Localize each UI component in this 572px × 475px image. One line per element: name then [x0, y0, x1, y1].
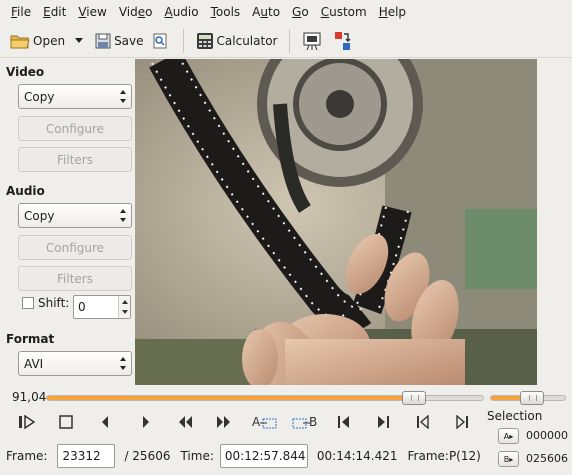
go-to-marker-b-icon	[455, 413, 469, 432]
toolbar-separator	[182, 28, 184, 53]
properties-button[interactable]	[148, 27, 175, 55]
stop-button[interactable]	[53, 411, 79, 435]
frame-type: Frame:P(12)	[407, 449, 481, 463]
seek-handle[interactable]	[401, 391, 426, 405]
spin-arrows-icon	[120, 208, 127, 223]
menu-edit[interactable]: Edit	[37, 0, 72, 24]
marker-a-value: 000000	[526, 429, 568, 442]
preview-button[interactable]	[298, 27, 329, 55]
video-configure-button[interactable]: Configure	[18, 116, 132, 141]
shift-row: Shift:	[22, 296, 69, 310]
output-swap-icon	[333, 30, 353, 52]
audio-filters-button[interactable]: Filters	[18, 266, 132, 291]
previous-keyframe-icon	[337, 415, 351, 432]
calculator-icon	[196, 32, 214, 50]
play-icon	[18, 414, 36, 433]
open-dropdown-icon[interactable]	[75, 38, 84, 43]
format-section-title: Format	[6, 332, 55, 346]
format-select[interactable]: AVI	[18, 351, 132, 376]
marker-b-button[interactable]: B ▸	[498, 451, 519, 467]
set-marker-b-icon: B	[291, 413, 319, 434]
video-codec-select[interactable]: Copy	[18, 84, 132, 109]
frame-total: / 25606	[124, 449, 171, 463]
set-marker-a-icon: A	[251, 413, 279, 434]
previous-frame-icon	[100, 415, 110, 432]
calculator-button[interactable]: Calculator	[192, 27, 282, 55]
go-to-marker-a-icon	[416, 413, 430, 432]
shift-spinbox[interactable]: 0	[73, 295, 131, 319]
open-button[interactable]: Open	[6, 27, 69, 55]
preview-monitor-icon	[302, 31, 322, 51]
spin-arrows-icon	[120, 89, 127, 104]
fast-forward-button[interactable]	[211, 411, 237, 435]
play-button[interactable]	[14, 411, 40, 435]
rewind-icon	[177, 415, 193, 432]
spin-arrows-icon	[120, 356, 127, 371]
floppy-disk-icon	[95, 33, 111, 49]
settings-panel: Video Copy Configure Filters Audio Copy …	[0, 58, 135, 384]
status-bar: Frame: 23312 / 25606 Time: 00:12:57.844 …	[0, 443, 490, 469]
info-document-icon	[152, 33, 168, 49]
set-marker-a-button[interactable]: A	[250, 411, 280, 435]
menu-file[interactable]: File	[5, 0, 37, 24]
menu-auto[interactable]: Auto	[246, 0, 286, 24]
rewind-button[interactable]	[172, 411, 198, 435]
next-frame-icon	[141, 415, 151, 432]
menu-go[interactable]: Go	[286, 0, 315, 24]
previous-frame-button[interactable]	[92, 411, 118, 435]
seek-progress-fill	[47, 396, 414, 400]
volume-handle[interactable]	[519, 391, 544, 405]
spin-arrows-icon[interactable]	[118, 296, 130, 318]
marker-b-value: 025606	[526, 452, 568, 465]
menu-custom[interactable]: Custom	[315, 0, 373, 24]
marker-a-button[interactable]: A ▸	[498, 428, 519, 444]
shift-checkbox[interactable]	[22, 297, 34, 309]
svg-text:B: B	[309, 415, 317, 429]
output-toggle-button[interactable]	[329, 27, 360, 55]
audio-codec-select[interactable]: Copy	[18, 203, 132, 228]
toolbar-separator	[289, 28, 291, 53]
playback-controls: A B	[0, 409, 480, 437]
next-keyframe-icon	[376, 415, 390, 432]
save-button[interactable]: Save	[91, 27, 147, 55]
video-filters-button[interactable]: Filters	[18, 147, 132, 172]
volume-slider[interactable]	[490, 391, 566, 405]
next-frame-button[interactable]	[133, 411, 159, 435]
audio-configure-button[interactable]: Configure	[18, 235, 132, 260]
frame-number-input[interactable]: 23312	[57, 444, 116, 468]
current-time-input[interactable]: 00:12:57.844	[219, 444, 308, 468]
menu-tools[interactable]: Tools	[205, 0, 247, 24]
position-percent: 91,04	[12, 390, 47, 404]
menu-video[interactable]: Video	[113, 0, 159, 24]
menu-help[interactable]: Help	[373, 0, 412, 24]
time-label: Time:	[180, 449, 214, 463]
set-marker-b-button[interactable]: B	[290, 411, 320, 435]
total-duration: 00:14:14.421	[316, 449, 398, 463]
menu-audio[interactable]: Audio	[158, 0, 204, 24]
seekbar-row: 91,04	[0, 388, 572, 408]
seek-slider[interactable]	[46, 391, 484, 405]
svg-text:A: A	[252, 415, 261, 429]
go-to-marker-b-button[interactable]	[449, 411, 475, 435]
previous-keyframe-button[interactable]	[331, 411, 357, 435]
audio-section-title: Audio	[6, 184, 45, 198]
fast-forward-icon	[216, 415, 232, 432]
frame-label: Frame:	[6, 449, 48, 463]
video-preview[interactable]	[135, 59, 537, 385]
next-keyframe-button[interactable]	[370, 411, 396, 435]
selection-panel: Selection A ▸ 000000 B ▸ 025606	[485, 408, 572, 475]
selection-title: Selection	[487, 409, 543, 423]
folder-icon	[10, 33, 30, 49]
stop-icon	[59, 414, 73, 432]
video-frame-image	[135, 59, 537, 385]
menu-view[interactable]: View	[72, 0, 112, 24]
right-margin	[537, 59, 572, 385]
go-to-marker-a-button[interactable]	[410, 411, 436, 435]
shift-label: Shift:	[38, 296, 70, 310]
menu-bar: File Edit View Video Audio Tools Auto Go…	[0, 0, 572, 24]
video-section-title: Video	[6, 65, 45, 79]
toolbar: Open Save Calculator	[0, 24, 572, 58]
